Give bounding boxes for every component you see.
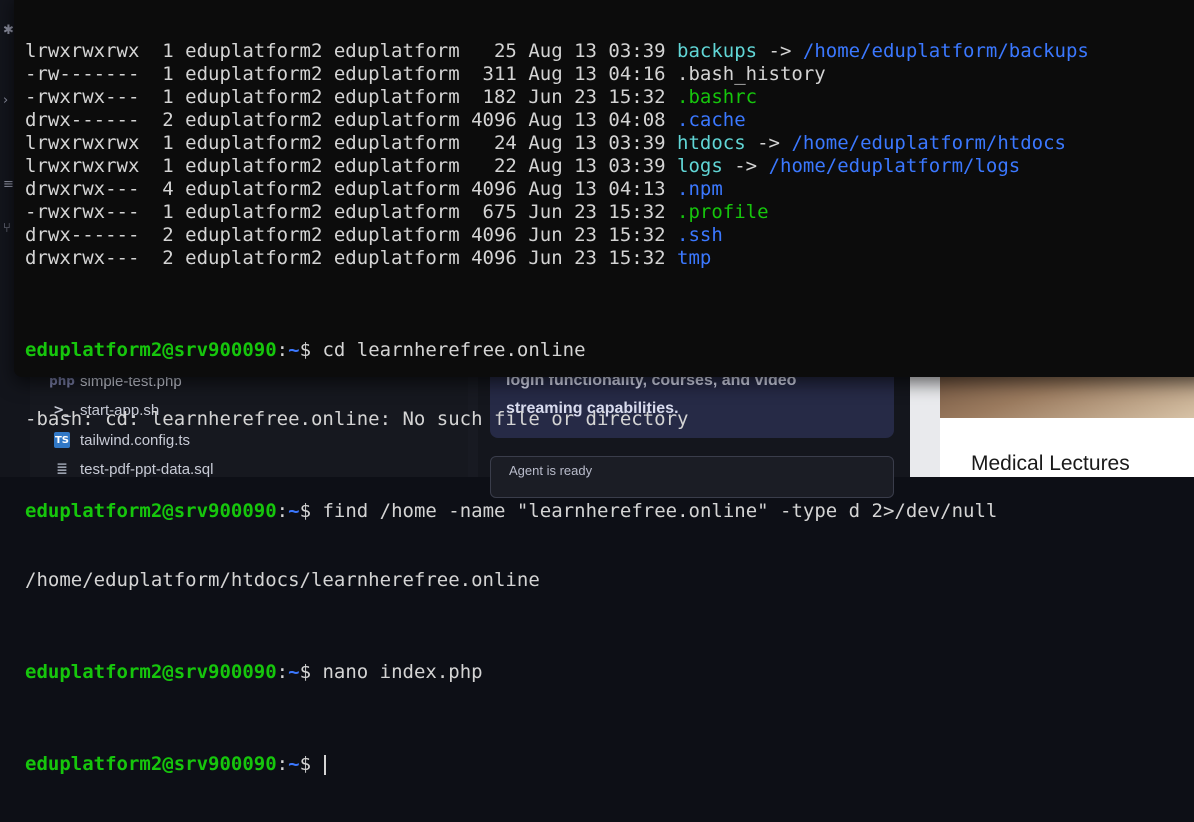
terminal-output: lrwxrwxrwx 1 eduplatform2 eduplatform 25… [25,0,1089,822]
prompt-separator: : [276,753,289,775]
error-output: -bash: cd: learnherefree.online: No such… [25,408,689,430]
prompt-separator: : [276,500,289,522]
text-cursor [324,754,327,775]
file-name: .bashrc [677,86,758,108]
file-name: logs [677,155,723,177]
link-arrow: -> [722,155,769,177]
command-text: nano index.php [322,661,483,683]
link-arrow: -> [757,40,803,62]
prompt-path: ~ [288,661,300,683]
terminal-line: eduplatform2@srv900090:~$ nano index.php [25,661,1089,684]
file-meta: drwxrwx--- 2 eduplatform2 eduplatform 40… [25,247,678,269]
link-target: /home/eduplatform/htdocs [791,132,1066,154]
command-text: cd learnherefree.online [322,339,586,361]
file-meta: drwx------ 2 eduplatform2 eduplatform 40… [25,224,678,246]
file-meta: drwx------ 2 eduplatform2 eduplatform 40… [25,109,678,131]
link-arrow: -> [745,132,792,154]
prompt-sign: $ [299,339,323,361]
listing-row: -rwxrwx--- 1 eduplatform2 eduplatform 18… [25,86,1089,109]
listing-row: -rwxrwx--- 1 eduplatform2 eduplatform 67… [25,201,1089,224]
terminal-line: /home/eduplatform/htdocs/learnherefree.o… [25,569,1089,592]
listing-row: drwxrwx--- 4 eduplatform2 eduplatform 40… [25,178,1089,201]
listing-row: lrwxrwxrwx 1 eduplatform2 eduplatform 25… [25,40,1089,63]
command-output: /home/eduplatform/htdocs/learnherefree.o… [25,569,540,591]
file-meta: -rwxrwx--- 1 eduplatform2 eduplatform 18… [25,86,678,108]
file-name: .bash_history [677,63,826,85]
prompt-path: ~ [288,753,300,775]
listing-row: drwxrwx--- 2 eduplatform2 eduplatform 40… [25,247,1089,270]
terminal-line: eduplatform2@srv900090:~$ find /home -na… [25,500,1089,523]
prompt-user: eduplatform2@srv900090 [25,339,277,361]
prompt-path: ~ [288,500,300,522]
listing-row: drwx------ 2 eduplatform2 eduplatform 40… [25,224,1089,247]
prompt-separator: : [276,339,289,361]
directory-listing: lrwxrwxrwx 1 eduplatform2 eduplatform 25… [25,40,1089,270]
listing-row: lrwxrwxrwx 1 eduplatform2 eduplatform 24… [25,132,1089,155]
listing-row: lrwxrwxrwx 1 eduplatform2 eduplatform 22… [25,155,1089,178]
prompt-separator: : [276,661,289,683]
prompt-sign: $ [299,661,323,683]
prompt-sign: $ [299,500,323,522]
file-name: .ssh [677,224,723,246]
listing-row: -rw------- 1 eduplatform2 eduplatform 31… [25,63,1089,86]
prompt-user: eduplatform2@srv900090 [25,753,277,775]
file-name: htdocs [677,132,746,154]
file-name: .npm [677,178,723,200]
prompt-path: ~ [288,339,300,361]
file-meta: -rw------- 1 eduplatform2 eduplatform 31… [25,63,678,85]
file-name: backups [677,40,758,62]
prompt-user: eduplatform2@srv900090 [25,661,277,683]
file-meta: lrwxrwxrwx 1 eduplatform2 eduplatform 25… [25,40,678,62]
terminal-line: eduplatform2@srv900090:~$ cd learnherefr… [25,339,1089,362]
listing-row: drwx------ 2 eduplatform2 eduplatform 40… [25,109,1089,132]
file-meta: lrwxrwxrwx 1 eduplatform2 eduplatform 22… [25,155,678,177]
file-name: tmp [677,247,712,269]
file-name: .cache [677,109,746,131]
file-meta: lrwxrwxrwx 1 eduplatform2 eduplatform 24… [25,132,678,154]
command-text: find /home -name "learnherefree.online" … [322,500,998,522]
file-meta: -rwxrwx--- 1 eduplatform2 eduplatform 67… [25,201,678,223]
link-target: /home/eduplatform/backups [802,40,1089,62]
prompt-user: eduplatform2@srv900090 [25,500,277,522]
terminal-window[interactable]: lrwxrwxrwx 1 eduplatform2 eduplatform 25… [14,0,1194,775]
prompt-sign: $ [299,753,323,775]
file-name: .profile [677,201,769,223]
file-meta: drwxrwx--- 4 eduplatform2 eduplatform 40… [25,178,678,200]
terminal-line: -bash: cd: learnherefree.online: No such… [25,408,1089,431]
link-target: /home/eduplatform/logs [768,155,1021,177]
terminal-line: eduplatform2@srv900090:~$ [25,753,1089,776]
